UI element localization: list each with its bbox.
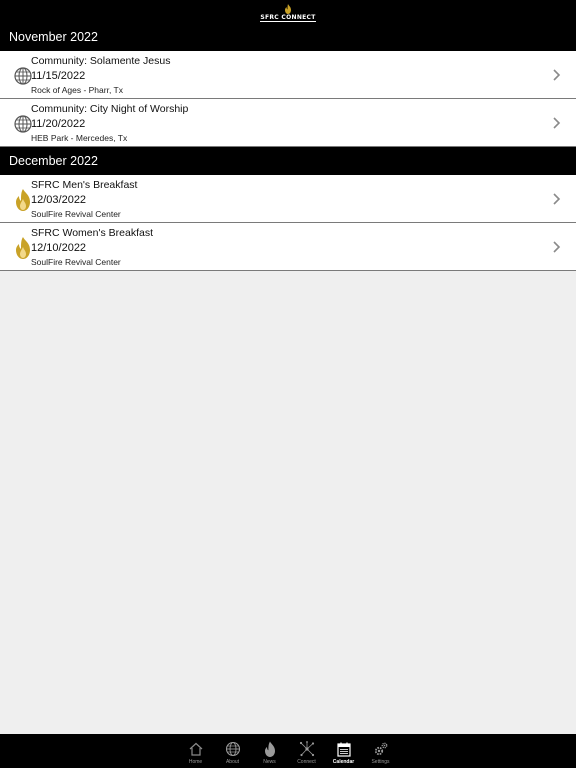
event-title: SFRC Men's Breakfast — [31, 179, 138, 191]
event-date: 11/20/2022 — [31, 118, 86, 130]
tab-about[interactable]: About — [214, 734, 251, 768]
globe-icon — [14, 67, 32, 85]
event-row[interactable]: SFRC Men's Breakfast 12/03/2022 SoulFire… — [0, 175, 576, 223]
flame-icon — [16, 189, 30, 211]
logo-flame-icon — [285, 4, 291, 14]
tab-connect[interactable]: Connect — [288, 734, 325, 768]
tab-label-about: About — [225, 759, 240, 765]
event-row[interactable]: Community: Solamente Jesus 11/15/2022 Ro… — [0, 51, 576, 99]
tab-bar: Home About News Connect Calendar Setting… — [0, 734, 576, 768]
event-date: 12/10/2022 — [31, 242, 87, 254]
globe-icon — [14, 115, 32, 133]
home-icon — [189, 742, 202, 756]
event-location: Rock of Ages - Pharr, Tx — [31, 85, 123, 95]
event-row[interactable]: Community: City Night of Worship 11/20/2… — [0, 99, 576, 147]
sfrc-connect-logo: SFRC CONNECT — [260, 4, 316, 22]
event-title: Community: Solamente Jesus — [31, 55, 171, 67]
section-header-november: November 2022 — [0, 23, 576, 51]
tab-label-settings: Settings — [371, 759, 390, 765]
event-date: 11/15/2022 — [31, 70, 86, 82]
logo-text: SFRC CONNECT — [260, 14, 316, 22]
chevron-right-icon — [553, 193, 561, 205]
tab-label-connect: Connect — [297, 759, 316, 765]
flame-icon — [16, 237, 30, 259]
flame-icon — [264, 741, 275, 757]
tab-news[interactable]: News — [251, 734, 288, 768]
section-header-december: December 2022 — [0, 147, 576, 175]
event-row[interactable]: SFRC Women's Breakfast 12/10/2022 SoulFi… — [0, 223, 576, 271]
event-title: Community: City Night of Worship — [31, 103, 189, 115]
event-location: HEB Park - Mercedes, Tx — [31, 133, 128, 143]
event-title: SFRC Women's Breakfast — [31, 227, 154, 239]
event-location: SoulFire Revival Center — [31, 257, 121, 267]
network-icon — [299, 741, 314, 757]
gear-icon — [374, 742, 387, 756]
chevron-right-icon — [553, 117, 561, 129]
tab-label-calendar: Calendar — [332, 759, 355, 765]
event-date: 12/03/2022 — [31, 194, 87, 206]
globe-icon — [225, 741, 240, 757]
calendar-icon — [336, 742, 351, 757]
chevron-right-icon — [553, 241, 561, 253]
chevron-right-icon — [553, 69, 561, 81]
top-bar: SFRC CONNECT — [0, 0, 576, 24]
tab-calendar[interactable]: Calendar — [325, 734, 362, 768]
event-location: SoulFire Revival Center — [31, 209, 121, 219]
tab-label-home: Home — [188, 759, 203, 765]
app-window: SFRC CONNECT November 2022 Community: So… — [0, 0, 576, 768]
tab-home[interactable]: Home — [177, 734, 214, 768]
tab-label-news: News — [263, 759, 276, 765]
tab-settings[interactable]: Settings — [362, 734, 399, 768]
